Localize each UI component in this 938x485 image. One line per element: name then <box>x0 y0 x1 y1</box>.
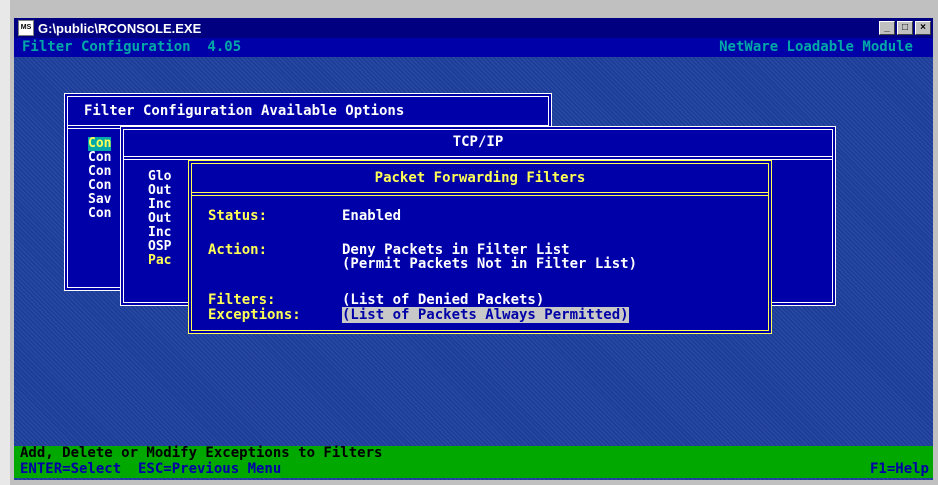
menu-item[interactable]: Pac <box>148 254 171 268</box>
menu-item[interactable]: Con <box>88 207 111 221</box>
title-bar[interactable]: MS G:\public\RCONSOLE.EXE _ □ × <box>14 18 933 38</box>
action-label: Action: <box>208 242 268 258</box>
packet-forwarding-dialog: Packet Forwarding Filters Status: Enable… <box>188 160 772 334</box>
key-hints: ENTER=Select ESC=Previous Menu <box>20 461 282 477</box>
filters-label: Filters: <box>208 292 276 308</box>
menu-item[interactable]: Glo <box>148 170 171 184</box>
console-header: Filter Configuration 4.05 NetWare Loadab… <box>14 38 933 57</box>
divider <box>192 192 768 196</box>
menu-item[interactable]: Con <box>88 179 111 193</box>
exceptions-value[interactable]: (List of Packets Always Permitted) <box>342 307 629 323</box>
hint-text: Add, Delete or Modify Exceptions to Filt… <box>20 445 383 461</box>
menu-item[interactable]: Sav <box>88 193 111 207</box>
module-type: NetWare Loadable Module <box>719 39 913 55</box>
menu-item[interactable]: OSP <box>148 240 171 254</box>
exceptions-label: Exceptions: <box>208 307 301 323</box>
available-options-title: Filter Configuration Available Options <box>84 103 405 119</box>
minimize-button[interactable]: _ <box>879 21 895 35</box>
menu-item[interactable]: Out <box>148 212 171 226</box>
packet-forwarding-title: Packet Forwarding Filters <box>374 170 586 186</box>
menu-item[interactable]: Out <box>148 184 171 198</box>
ms-dos-icon[interactable]: MS <box>18 20 34 36</box>
menu-item[interactable]: Con <box>88 151 111 165</box>
menu-item[interactable]: Con <box>88 165 111 179</box>
hint-bar: Add, Delete or Modify Exceptions to Filt… <box>14 446 933 461</box>
menu-item[interactable]: Inc <box>148 226 171 240</box>
menu-item[interactable]: Inc <box>148 198 171 212</box>
action-value-note: (Permit Packets Not in Filter List) <box>342 256 638 272</box>
key-bar: ENTER=Select ESC=Previous Menu F1=Help <box>14 461 933 478</box>
help-key[interactable]: F1=Help <box>870 461 929 478</box>
tcpip-list: Glo Out Inc Out Inc OSP Pac <box>148 170 171 268</box>
available-options-list: Con Con Con Con Sav Con <box>88 137 112 221</box>
tcpip-title: TCP/IP <box>452 134 504 150</box>
maximize-button[interactable]: □ <box>897 21 913 35</box>
module-title: Filter Configuration 4.05 <box>22 39 242 55</box>
window-title: G:\public\RCONSOLE.EXE <box>38 20 202 36</box>
menu-item[interactable]: Con <box>88 137 112 151</box>
console-screen[interactable]: Filter Configuration 4.05 NetWare Loadab… <box>14 38 933 480</box>
close-button[interactable]: × <box>915 21 931 35</box>
window-bottom-edge <box>10 480 938 485</box>
status-value[interactable]: Enabled <box>342 208 401 224</box>
status-label: Status: <box>208 208 268 224</box>
filters-value[interactable]: (List of Denied Packets) <box>342 292 544 308</box>
